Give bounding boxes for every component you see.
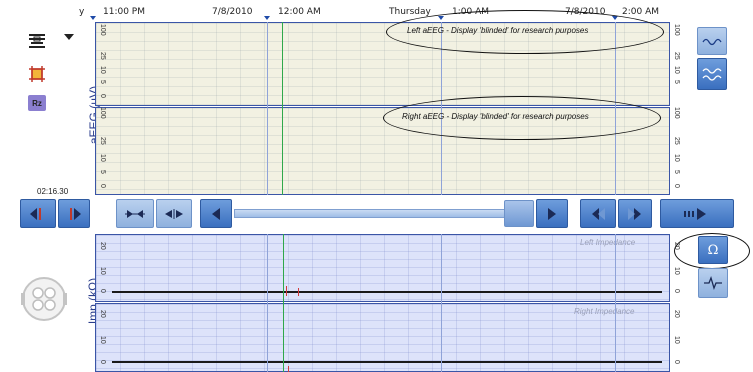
- impedance-axis-tick: 0: [673, 289, 680, 293]
- time-gridline: [615, 234, 616, 372]
- left-impedance-label: Left Impedance: [580, 238, 636, 247]
- time-gridline: [267, 234, 268, 372]
- aeeg-axis-tick: 5: [99, 80, 106, 84]
- scroll-left-button[interactable]: [200, 199, 232, 228]
- aeeg-axis-tick: 100: [99, 107, 106, 119]
- crop-icon[interactable]: [27, 64, 47, 84]
- impedance-axis-tick: 10: [99, 267, 106, 275]
- rz-icon[interactable]: Rz: [28, 95, 46, 111]
- previous-page-button[interactable]: [580, 199, 616, 228]
- right-impedance-label: Right Impedance: [574, 307, 635, 316]
- timeline-scrollbar[interactable]: [234, 209, 534, 218]
- impedance-axis-tick: 0: [99, 289, 106, 293]
- aeeg-axis-tick: 10: [99, 66, 106, 74]
- montage-icon[interactable]: [27, 31, 47, 51]
- artifact-marker: [286, 286, 287, 296]
- left-impedance-trace: [112, 291, 662, 293]
- aeeg-axis-tick: 5: [673, 170, 680, 174]
- zoom-in-button[interactable]: [156, 199, 192, 228]
- go-to-end-button[interactable]: [58, 199, 90, 228]
- aeeg-axis-tick: 100: [99, 24, 106, 36]
- right-impedance-trace: [112, 361, 662, 363]
- aeeg-axis-tick: 0: [673, 184, 680, 188]
- cursor-time-readout: 02:16.30: [37, 187, 69, 196]
- go-to-start-button[interactable]: [20, 199, 56, 228]
- time-gridline: [267, 22, 268, 195]
- aeeg-axis-tick: 25: [673, 137, 680, 145]
- aeeg-axis-tick: 10: [673, 154, 680, 162]
- artifact-marker: [298, 288, 299, 296]
- impedance-view-button[interactable]: Ω: [698, 236, 728, 264]
- aeeg-axis-tick: 5: [99, 170, 106, 174]
- impedance-axis-tick: 10: [99, 336, 106, 344]
- cursor-line[interactable]: [283, 234, 284, 372]
- aeeg-axis-tick: 25: [99, 52, 106, 60]
- aeeg-axis-tick: 10: [673, 66, 680, 74]
- right-aeeg-annotation: Right aEEG - Display 'blinded' for resea…: [402, 112, 589, 121]
- left-aeeg-annotation: Left aEEG - Display 'blinded' for resear…: [407, 26, 589, 35]
- impedance-axis-tick: 0: [673, 360, 680, 364]
- aeeg-axis-tick: 0: [99, 94, 106, 98]
- time-label: Thursday: [389, 7, 431, 17]
- time-tick: [90, 16, 96, 20]
- aeeg-axis-tick: 10: [99, 154, 106, 162]
- impedance-axis-tick: 20: [99, 242, 106, 250]
- dual-trend-view-button[interactable]: [697, 58, 727, 90]
- trend-view-button[interactable]: [697, 27, 727, 55]
- aeeg-axis-tick: 100: [673, 107, 680, 119]
- time-label: 11:00 PM: [103, 7, 145, 17]
- impedance-axis-tick: 10: [673, 267, 680, 275]
- electrode-head-icon[interactable]: [20, 275, 68, 323]
- impedance-axis-tick: 0: [99, 360, 106, 364]
- impedance-axis-tick: 20: [673, 310, 680, 318]
- zoom-out-button[interactable]: [116, 199, 154, 228]
- time-tick: [264, 16, 270, 20]
- time-label: 2:00 AM: [622, 7, 659, 17]
- aeeg-axis-tick: 25: [673, 52, 680, 60]
- impedance-axis-tick: 10: [673, 336, 680, 344]
- artifact-marker: [288, 366, 289, 372]
- omega-icon: Ω: [707, 242, 719, 258]
- next-page-button[interactable]: [618, 199, 652, 228]
- aeeg-axis-tick: 100: [673, 24, 680, 36]
- aeeg-axis-tick: 25: [99, 137, 106, 145]
- time-label: 7/8/2010: [212, 7, 253, 17]
- time-gridline: [441, 234, 442, 372]
- time-label: y: [79, 7, 85, 17]
- time-label: 12:00 AM: [278, 7, 321, 17]
- raw-eeg-view-button[interactable]: [698, 268, 728, 298]
- go-to-live-button[interactable]: [660, 199, 734, 228]
- aeeg-axis-tick: 5: [673, 80, 680, 84]
- chevron-down-icon[interactable]: [62, 27, 76, 47]
- impedance-axis-tick: 20: [99, 310, 106, 318]
- scroll-right-button[interactable]: [536, 199, 568, 228]
- cursor-line[interactable]: [282, 22, 283, 195]
- aeeg-axis-tick: 0: [99, 184, 106, 188]
- scrollbar-thumb[interactable]: [504, 200, 534, 227]
